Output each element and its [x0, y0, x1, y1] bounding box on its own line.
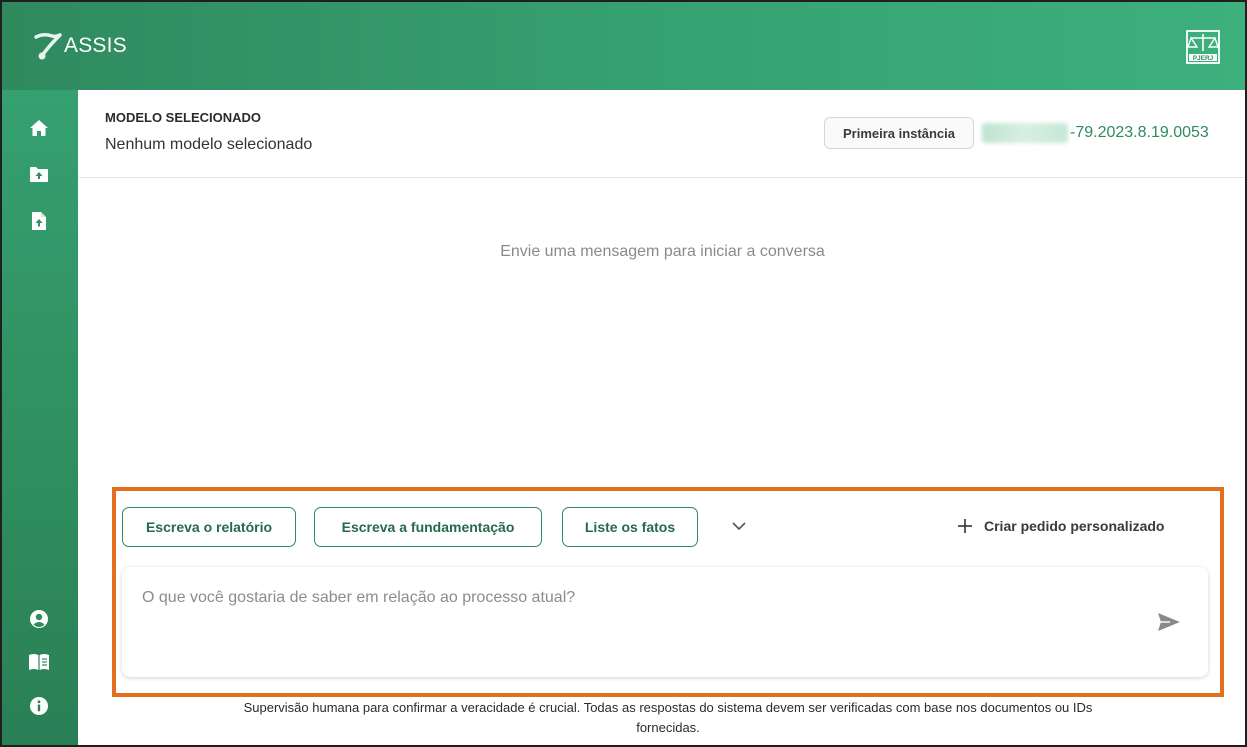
process-number: -79.2023.8.19.0053 [982, 121, 1209, 145]
info-icon [30, 697, 48, 715]
sidebar [2, 90, 78, 745]
folder-upload-icon [30, 166, 48, 182]
assis-logo-icon [34, 31, 62, 61]
empty-conversation-message: Envie uma mensagem para iniciar a conver… [500, 243, 825, 260]
sidebar-item-info[interactable] [28, 695, 50, 717]
disclaimer-line-2: fornecidas. [636, 720, 700, 735]
app-name: ASSIS [64, 34, 127, 57]
disclaimer: Supervisão humana para confirmar a verac… [118, 698, 1218, 738]
main-panel: MODELO SELECIONADO Nenhum modelo selecio… [78, 90, 1245, 745]
sidebar-item-home[interactable] [28, 117, 50, 139]
sidebar-item-profile[interactable] [28, 608, 50, 630]
message-input[interactable] [142, 589, 1122, 659]
message-input-container [122, 567, 1208, 677]
sidebar-item-file-upload[interactable] [28, 210, 50, 232]
selected-model: Nenhum modelo selecionado [105, 136, 313, 153]
chat-composer: Escreva o relatório Escreva a fundamenta… [112, 487, 1224, 697]
disclaimer-line-1: Supervisão humana para confirmar a verac… [243, 700, 1093, 715]
chevron-down-icon[interactable] [730, 519, 748, 533]
create-custom-request-button[interactable]: Criar pedido personalizado [956, 515, 1164, 537]
create-custom-request-label: Criar pedido personalizado [984, 518, 1165, 534]
redacted-process-prefix [982, 123, 1068, 143]
sidebar-item-folder-upload[interactable] [28, 163, 50, 185]
panel-header: MODELO SELECIONADO Nenhum modelo selecio… [78, 90, 1245, 178]
suggestion-write-report-button[interactable]: Escreva o relatório [122, 507, 296, 547]
suggestion-list-facts-button[interactable]: Liste os fatos [562, 507, 698, 547]
model-label: MODELO SELECIONADO [105, 110, 262, 125]
book-icon [29, 654, 49, 670]
process-number-text: -79.2023.8.19.0053 [1070, 124, 1209, 141]
sidebar-item-manual[interactable] [28, 651, 50, 673]
file-upload-icon [32, 212, 46, 230]
plus-icon [958, 519, 972, 533]
scales-of-justice-icon: PJERJ [1185, 29, 1221, 65]
user-circle-icon [30, 610, 48, 628]
top-bar: ASSIS PJERJ [2, 2, 1245, 90]
app-window: ASSIS PJERJ MODELO SELECIONADO Nenhum mo… [0, 0, 1247, 747]
send-icon[interactable] [1156, 611, 1182, 633]
court-logo-text: PJERJ [1193, 55, 1214, 62]
brand[interactable]: ASSIS [34, 28, 127, 64]
suggestion-write-reasoning-button[interactable]: Escreva a fundamentação [314, 507, 542, 547]
instance-button[interactable]: Primeira instância [824, 117, 974, 149]
home-icon [30, 120, 48, 136]
